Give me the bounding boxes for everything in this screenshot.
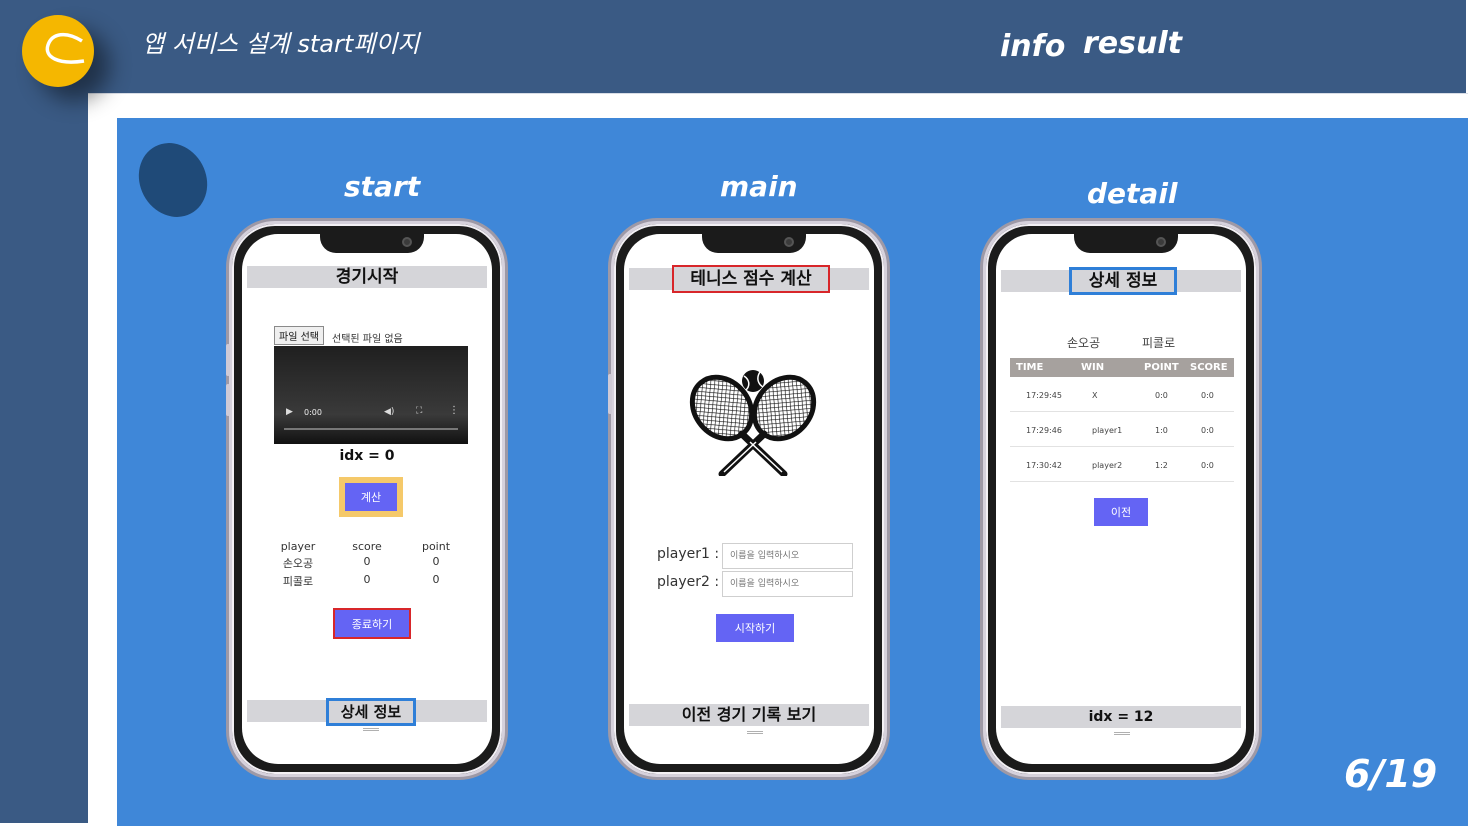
video-progress-bar[interactable] <box>284 428 458 430</box>
detail-table-header: TIME WIN POINT SCORE <box>1010 358 1234 377</box>
row-win: player1 <box>1092 426 1123 435</box>
row-point: 1:0 <box>1155 426 1168 435</box>
page-title-bar: 경기시작 <box>247 266 487 288</box>
nav-info-link[interactable]: info <box>1000 29 1065 64</box>
home-indicator <box>747 731 763 734</box>
player1-label: player1 : <box>657 546 720 562</box>
player-b-name: 피콜로 <box>1142 336 1176 350</box>
row-time: 17:29:45 <box>1026 391 1062 400</box>
camera-icon <box>784 237 794 247</box>
nav-result-link[interactable]: result <box>1083 26 1182 61</box>
file-status-text: 선택된 파일 없음 <box>332 334 403 345</box>
point-value: 0 <box>432 573 440 586</box>
player-name: 손오공 <box>282 557 314 570</box>
page-counter: 6/19 <box>1344 752 1438 796</box>
player-a-name: 손오공 <box>1067 336 1101 350</box>
heading-detail: detail <box>1087 177 1178 210</box>
table-header: player <box>280 540 316 553</box>
player2-label: player2 : <box>657 574 720 590</box>
table-row: 17:30:42 player2 1:2 0:0 <box>1010 447 1234 482</box>
row-time: 17:29:46 <box>1026 426 1062 435</box>
tennis-ball-logo-icon <box>22 15 94 87</box>
camera-icon <box>402 237 412 247</box>
player1-input[interactable] <box>722 543 853 569</box>
detail-info-link[interactable]: 상세 정보 <box>326 698 416 726</box>
score-value: 0 <box>363 573 371 586</box>
home-indicator <box>1114 732 1130 735</box>
video-time: 0:00 <box>304 408 322 417</box>
row-point: 0:0 <box>1155 391 1168 400</box>
point-value: 0 <box>432 555 440 568</box>
idx-label: idx = 0 <box>339 448 395 464</box>
calc-button[interactable]: 계산 <box>345 483 397 511</box>
score-table: player score point 손오공 0 0 피콜로 0 0 <box>272 540 462 589</box>
phone-screen: 테니스 점수 계산 player1 : player2 : <box>624 234 874 764</box>
row-win: player2 <box>1092 461 1123 470</box>
slide-left-bar <box>0 93 88 823</box>
detail-title: 상세 정보 <box>1069 267 1177 295</box>
file-select-button[interactable]: 파일 선택 <box>274 326 324 345</box>
idx-bottom-label: idx = 12 <box>1001 706 1241 728</box>
phone-notch <box>320 234 424 253</box>
volume-icon[interactable]: ◀) <box>384 407 394 417</box>
row-score: 0:0 <box>1201 461 1214 470</box>
play-icon[interactable]: ▶ <box>286 407 293 417</box>
column-header: POINT <box>1144 362 1179 373</box>
divider <box>88 93 1468 94</box>
row-score: 0:0 <box>1201 391 1214 400</box>
phone-side-button <box>608 374 612 414</box>
end-button[interactable]: 종료하기 <box>333 608 411 639</box>
row-time: 17:30:42 <box>1026 461 1062 470</box>
table-row: 17:29:46 player1 1:0 0:0 <box>1010 412 1234 447</box>
player-name: 피콜로 <box>282 575 314 588</box>
column-header: SCORE <box>1190 362 1228 373</box>
table-header: score <box>352 540 382 553</box>
row-score: 0:0 <box>1201 426 1214 435</box>
previous-records-link[interactable]: 이전 경기 기록 보기 <box>629 704 869 726</box>
table-row: 손오공 0 0 <box>272 555 462 571</box>
app-title: 테니스 점수 계산 <box>672 265 830 293</box>
more-options-icon[interactable]: ⋮ <box>449 405 459 416</box>
home-indicator <box>363 728 379 731</box>
phone-notch <box>702 234 806 253</box>
camera-icon <box>1156 237 1166 247</box>
row-point: 1:2 <box>1155 461 1168 470</box>
phone-start: 경기시작 파일 선택 선택된 파일 없음 ▶ 0:00 ◀) ⛶ ⋮ idx =… <box>226 221 505 777</box>
phone-side-button <box>226 384 230 416</box>
phone-detail: 상세 정보 손오공 피콜로 TIME WIN POINT SCORE 17:29… <box>983 221 1259 777</box>
heading-main: main <box>720 170 798 203</box>
column-header: TIME <box>1016 362 1044 373</box>
table-row: 17:29:45 X 0:0 0:0 <box>1010 377 1234 412</box>
phone-screen: 상세 정보 손오공 피콜로 TIME WIN POINT SCORE 17:29… <box>996 234 1246 764</box>
start-game-button[interactable]: 시작하기 <box>716 614 794 642</box>
phone-main: 테니스 점수 계산 player1 : player2 : <box>608 221 887 777</box>
row-win: X <box>1092 391 1098 400</box>
heading-start: start <box>344 170 421 203</box>
table-row: 피콜로 0 0 <box>272 573 462 589</box>
phone-side-button <box>226 344 230 376</box>
phone-screen: 경기시작 파일 선택 선택된 파일 없음 ▶ 0:00 ◀) ⛶ ⋮ idx =… <box>242 234 492 764</box>
prev-button[interactable]: 이전 <box>1094 498 1148 526</box>
fullscreen-icon[interactable]: ⛶ <box>416 406 422 416</box>
column-header: WIN <box>1081 362 1105 373</box>
video-player[interactable]: ▶ 0:00 ◀) ⛶ ⋮ <box>274 346 468 444</box>
table-header: point <box>421 540 451 553</box>
tennis-rackets-icon <box>689 370 817 476</box>
player2-input[interactable] <box>722 571 853 597</box>
phone-notch <box>1074 234 1178 253</box>
score-value: 0 <box>363 555 371 568</box>
slide-title: 앱 서비스 설계 start페이지 <box>142 30 420 58</box>
